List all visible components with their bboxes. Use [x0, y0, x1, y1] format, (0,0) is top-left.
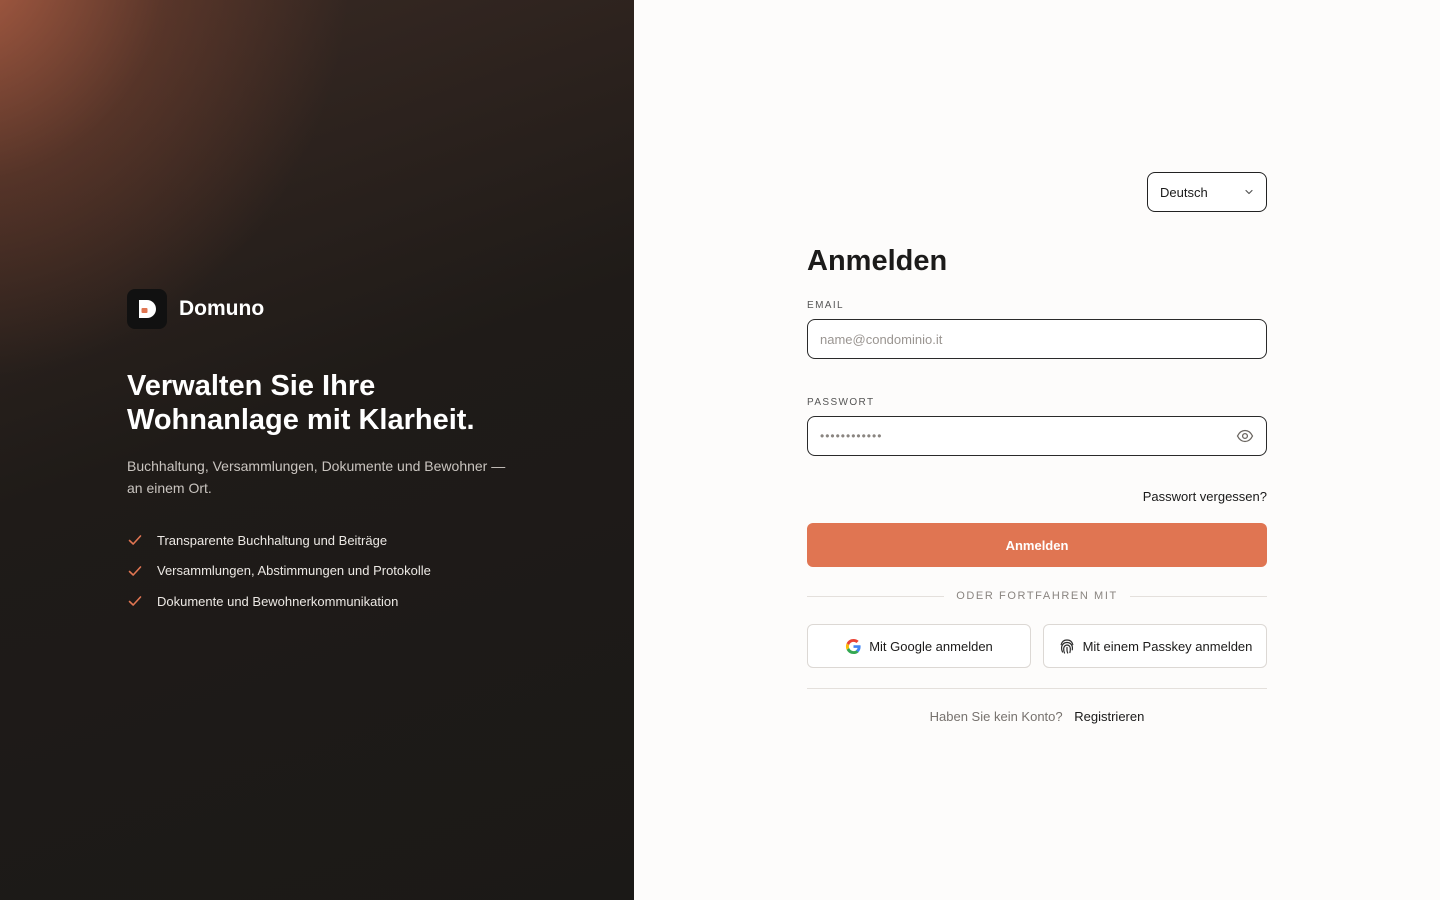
register-link[interactable]: Registrieren	[1074, 709, 1144, 724]
email-placeholder: name@condominio.it	[820, 331, 943, 347]
hero-headline-line-2: Wohnanlage mit Klarheit.	[127, 404, 475, 436]
hero-subtitle: Buchhaltung, Versammlungen, Dokumente un…	[127, 455, 517, 499]
feature-text: Transparente Buchhaltung und Beiträge	[157, 532, 388, 548]
feature-list: Transparente Buchhaltung und Beiträge Ve…	[127, 530, 431, 622]
no-account-text: Haben Sie kein Konto?	[929, 709, 1063, 724]
brand-name: Domuno	[179, 297, 265, 320]
feature-item: Dokumente und Bewohnerkommunikation	[127, 591, 431, 611]
language-select[interactable]: Deutsch	[1147, 172, 1267, 212]
passkey-login-label: Mit einem Passkey anmelden	[1082, 638, 1253, 654]
hero-subtitle-line-2: an einem Ort.	[127, 480, 212, 496]
google-login-button[interactable]: Mit Google anmelden	[807, 624, 1031, 668]
register-prompt: Haben Sie kein Konto? Registrieren	[807, 709, 1267, 724]
hero-headline: Verwalten Sie Ihre Wohnanlage mit Klarhe…	[127, 369, 547, 437]
feature-item: Versammlungen, Abstimmungen und Protokol…	[127, 561, 431, 581]
footer-divider	[807, 688, 1267, 689]
show-password-eye-icon[interactable]	[1236, 427, 1254, 445]
passkey-login-button[interactable]: Mit einem Passkey anmelden	[1043, 624, 1267, 668]
language-selected-value: Deutsch	[1160, 184, 1208, 200]
divider-line	[1129, 595, 1267, 597]
chevron-down-icon	[1244, 187, 1254, 197]
check-icon	[127, 592, 145, 610]
feature-text: Dokumente und Bewohnerkommunikation	[157, 593, 399, 609]
password-masked-value: ••••••••••••	[820, 429, 883, 443]
hero-subtitle-line-1: Buchhaltung, Versammlungen, Dokumente un…	[127, 458, 506, 474]
email-label: EMAIL	[807, 300, 845, 311]
brand-logo-icon	[127, 289, 167, 329]
email-field[interactable]: name@condominio.it	[807, 319, 1267, 359]
password-field[interactable]: ••••••••••••	[807, 416, 1267, 456]
divider-line	[807, 595, 945, 597]
password-label: PASSWORT	[807, 397, 875, 408]
check-icon	[127, 531, 145, 549]
hero-panel: Domuno Verwalten Sie Ihre Wohnanlage mit…	[0, 0, 634, 900]
google-icon	[845, 638, 862, 655]
divider-text: ODER FORTFAHREN MIT	[956, 590, 1118, 602]
google-login-label: Mit Google anmelden	[869, 638, 993, 654]
hero-headline-line-1: Verwalten Sie Ihre	[127, 370, 376, 402]
login-title: Anmelden	[807, 245, 948, 277]
or-divider: ODER FORTFAHREN MIT	[807, 587, 1267, 605]
check-icon	[127, 562, 145, 580]
brand: Domuno	[127, 289, 264, 329]
forgot-password-link[interactable]: Passwort vergessen?	[1143, 489, 1267, 504]
feature-item: Transparente Buchhaltung und Beiträge	[127, 530, 431, 550]
login-submit-button[interactable]: Anmelden	[807, 523, 1267, 567]
fingerprint-icon	[1058, 637, 1076, 655]
feature-text: Versammlungen, Abstimmungen und Protokol…	[157, 563, 431, 578]
